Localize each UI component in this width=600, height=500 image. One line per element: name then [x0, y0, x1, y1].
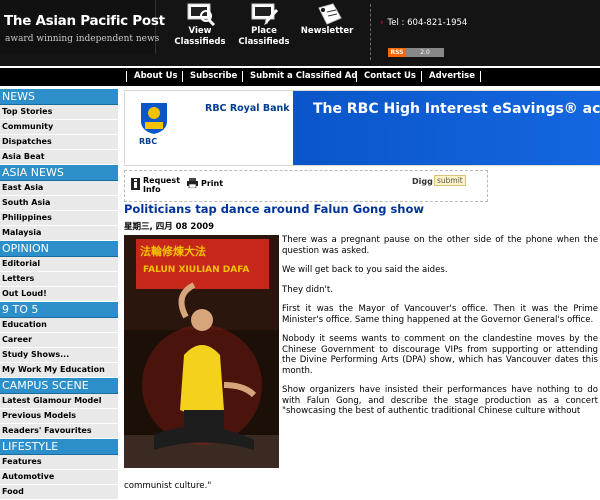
print-link[interactable]: Print: [201, 179, 223, 188]
monitor-pencil-icon: [251, 3, 279, 25]
nav-label-line1: Newsletter: [300, 26, 354, 36]
article-paragraph: They didn't.: [282, 284, 334, 295]
sidebar-item-readers-favourites[interactable]: Readers' Favourites: [0, 424, 118, 439]
article-paragraph: There was a pregnant pause on the other …: [282, 235, 598, 256]
sidebar-item-east-asia[interactable]: East Asia: [0, 181, 118, 196]
article-paragraph: Nobody it seems wants to comment on the …: [282, 334, 598, 376]
divider: [421, 71, 422, 82]
digg-submit-button[interactable]: submit: [434, 175, 466, 186]
sidebar-item-automotive[interactable]: Automotive: [0, 470, 118, 485]
article-paragraph: We will get back to you said the aides.: [282, 265, 448, 275]
magnifier-monitor-icon: [187, 3, 216, 26]
place-classifieds-link[interactable]: Place Classifieds: [234, 0, 294, 48]
sidebar-section-asia-news[interactable]: ASIA NEWS: [0, 165, 118, 181]
rss-version: 2.0: [406, 48, 444, 57]
sidebar-item-south-asia[interactable]: South Asia: [0, 196, 118, 211]
header-divider: [370, 4, 372, 60]
rss-label: RSS: [388, 48, 406, 57]
article-body: There was a pregnant pause on the other …: [124, 235, 598, 426]
info-icon: [131, 178, 140, 190]
advertise-link[interactable]: Advertise: [429, 71, 475, 81]
rss-badge[interactable]: RSS 2.0: [388, 48, 448, 57]
sidebar-item-out-loud[interactable]: Out Loud!: [0, 287, 118, 302]
sidebar-item-career[interactable]: Career: [0, 333, 118, 348]
submit-classified-link[interactable]: Submit a Classified Ad: [250, 71, 357, 81]
nav-label-line1: Place: [251, 26, 277, 36]
sidebar-item-study-shows[interactable]: Study Shows...: [0, 348, 118, 363]
nav-label-line2: Classifieds: [238, 37, 290, 47]
divider: [480, 71, 481, 82]
sidebar-item-my-work-my-education[interactable]: My Work My Education: [0, 363, 118, 378]
request-info-link[interactable]: Request Info: [143, 176, 181, 194]
newsletter-link[interactable]: Newsletter: [297, 0, 357, 37]
divider: [182, 71, 183, 82]
nav-label-line1: View: [188, 26, 212, 36]
sidebar-item-features[interactable]: Features: [0, 455, 118, 470]
sidebar-item-education[interactable]: Education: [0, 318, 118, 333]
sidebar-section-opinion[interactable]: OPINION: [0, 241, 118, 257]
contact-us-link[interactable]: Contact Us: [364, 71, 416, 81]
sidebar-section-lifestyle[interactable]: LIFESTYLE: [0, 439, 118, 455]
site-tagline: award winning independent news: [5, 34, 160, 44]
sidebar-section-campus-scene[interactable]: CAMPUS SCENE: [0, 378, 118, 394]
printer-icon: [187, 178, 198, 188]
article-paragraph: First it was the Mayor of Vancouver's of…: [282, 304, 598, 325]
rbc-banner-ad[interactable]: RBC RBC Royal Bank The RBC High Interest…: [124, 90, 600, 166]
view-classifieds-link[interactable]: View Classifieds: [170, 0, 230, 48]
rbc-brand-text: RBC: [139, 137, 158, 146]
sidebar-item-latest-glamour-model[interactable]: Latest Glamour Model: [0, 394, 118, 409]
arrow-icon: ›: [380, 18, 384, 28]
article-paragraph-end: communist culture.": [124, 481, 212, 491]
divider: [242, 71, 243, 82]
sidebar-item-community[interactable]: Community: [0, 120, 118, 135]
article-headline[interactable]: Politicians tap dance around Falun Gong …: [124, 202, 424, 216]
rbc-shield-logo: [141, 103, 167, 134]
sidebar-item-top-stories[interactable]: Top Stories: [0, 105, 118, 120]
sidebar-item-philippines[interactable]: Philippines: [0, 211, 118, 226]
sidebar-item-asia-beat[interactable]: Asia Beat: [0, 150, 118, 165]
sidebar-item-previous-models[interactable]: Previous Models: [0, 409, 118, 424]
site-title: The Asian Pacific Post: [4, 13, 165, 29]
digg-label: Digg: [412, 177, 433, 186]
phone-text: Tel : 604-821-1954: [387, 18, 468, 28]
site-header: The Asian Pacific Post award winning ind…: [0, 0, 600, 66]
sidebar-item-editorial[interactable]: Editorial: [0, 257, 118, 272]
sidebar-item-letters[interactable]: Letters: [0, 272, 118, 287]
top-links-bar: About Us Subscribe Submit a Classified A…: [0, 66, 600, 86]
sidebar-section-9-to-5[interactable]: 9 TO 5: [0, 302, 118, 318]
sidebar: NEWS Top Stories Community Dispatches As…: [0, 89, 118, 500]
divider: [356, 71, 357, 82]
article-date: 星期三, 四月 08 2009: [124, 222, 215, 232]
subscribe-link[interactable]: Subscribe: [190, 71, 237, 81]
divider: [126, 71, 127, 82]
sidebar-item-dispatches[interactable]: Dispatches: [0, 135, 118, 150]
rbc-bank-name: RBC Royal Bank: [205, 103, 290, 114]
article-tools: Request Info Print Digg submit: [124, 170, 488, 202]
sidebar-item-malaysia[interactable]: Malaysia: [0, 226, 118, 241]
about-us-link[interactable]: About Us: [134, 71, 178, 81]
banner-headline: The RBC High Interest eSavings® accou: [313, 101, 600, 117]
sidebar-section-news[interactable]: NEWS: [0, 89, 118, 105]
phone-number: › Tel : 604-821-1954: [380, 18, 467, 28]
article-paragraph: Show organizers have insisted their perf…: [282, 385, 598, 416]
site-logo[interactable]: The Asian Pacific Post award winning ind…: [0, 0, 165, 54]
tag-icon: [318, 3, 342, 25]
nav-label-line2: Classifieds: [174, 37, 226, 47]
